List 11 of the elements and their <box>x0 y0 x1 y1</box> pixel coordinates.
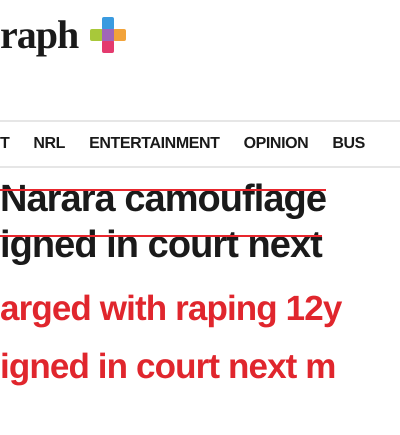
plus-logo-icon <box>90 17 126 53</box>
nav-link[interactable]: OPINION <box>244 132 308 156</box>
correction-text: igned in court next m <box>0 346 337 388</box>
headline-line: igned in court next <box>0 223 322 268</box>
correction-text: arged with raping 12y <box>0 288 343 330</box>
nav-link[interactable]: BUS <box>332 132 365 156</box>
nav-link[interactable]: ENTERTAINMENT <box>89 132 220 156</box>
logo-text: raph <box>0 15 78 55</box>
nav-link[interactable]: NRL <box>33 132 66 156</box>
nav-link[interactable]: T <box>0 132 10 156</box>
headline-line: Narara camouflage <box>0 177 326 222</box>
